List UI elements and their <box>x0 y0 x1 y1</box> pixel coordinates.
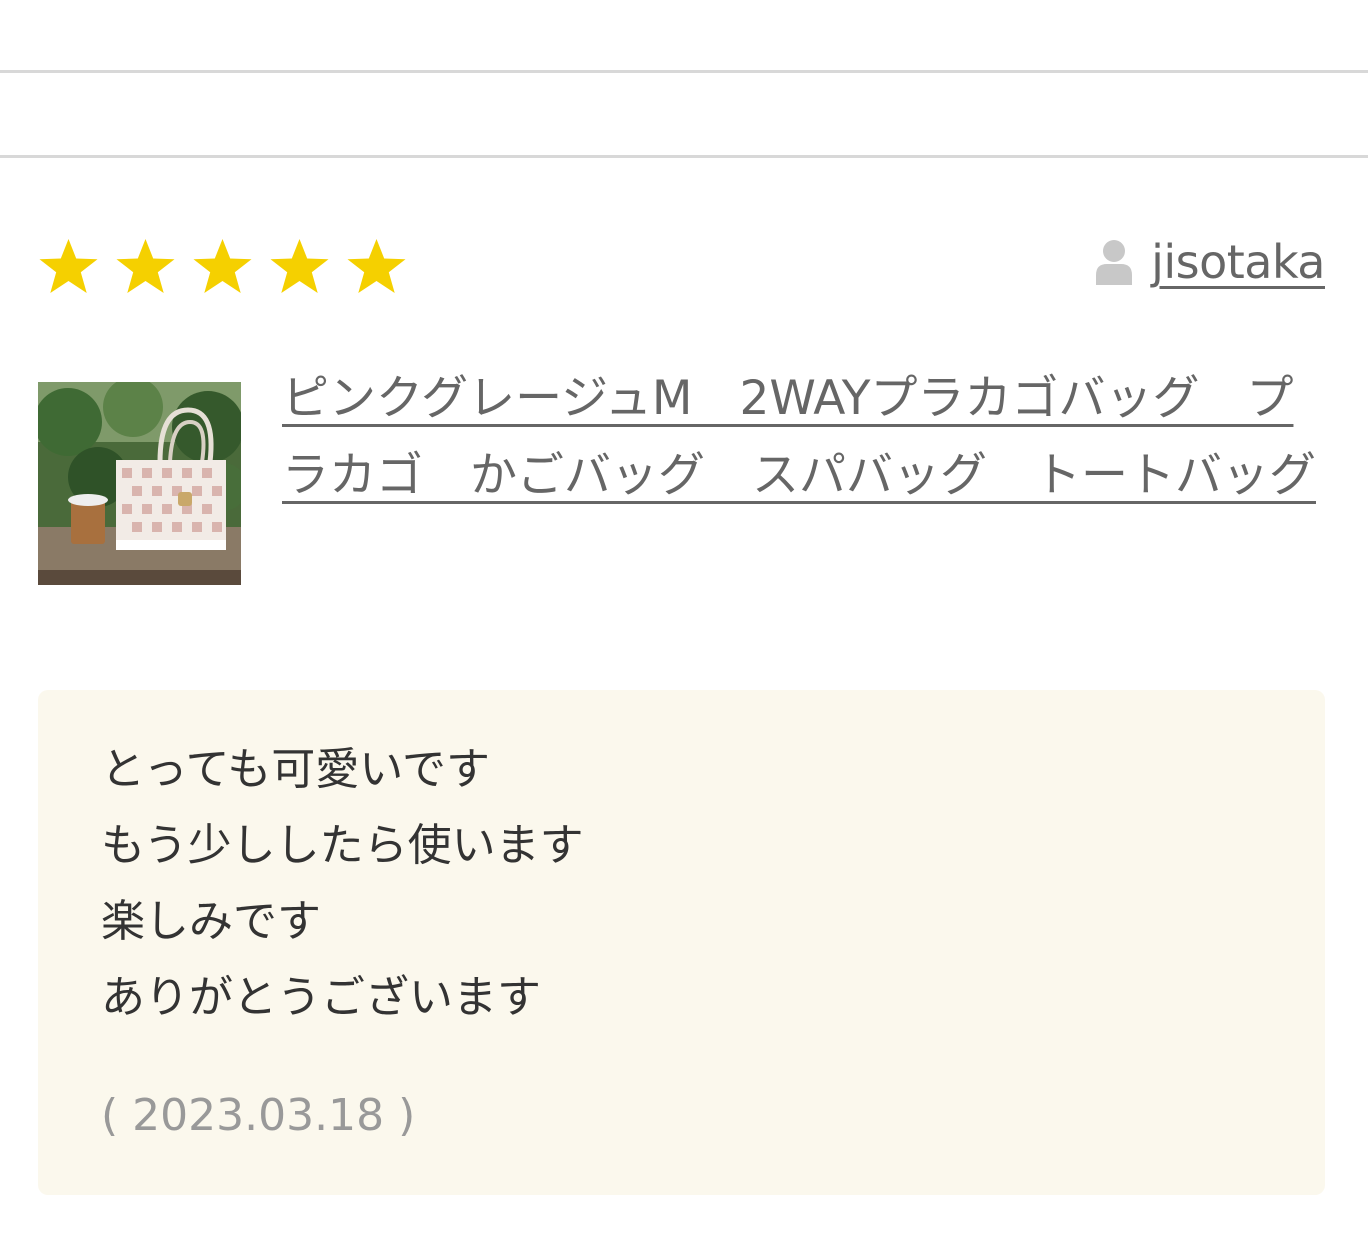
product-title-link[interactable]: ピンクグレージュM 2WAYプラカゴバッグ プラカゴ かごバッグ スパバッグ ト… <box>282 360 1322 514</box>
review-comment-box: とっても可愛いです もう少ししたら使います 楽しみです ありがとうございます (… <box>38 690 1325 1195</box>
star-icon <box>347 239 406 293</box>
comment-line: ありがとうございます <box>101 972 541 1023</box>
reviewer: jisotaka <box>1095 232 1325 292</box>
review-comment: とっても可愛いです もう少ししたら使います 楽しみです ありがとうございます <box>101 732 584 1036</box>
star-icon <box>270 239 329 293</box>
star-icon <box>193 239 252 293</box>
top-divider <box>0 70 1368 73</box>
reviewer-name-link[interactable]: jisotaka <box>1151 235 1325 289</box>
review-date: ( 2023.03.18 ) <box>101 1090 416 1141</box>
star-rating <box>38 238 407 294</box>
comment-line: とっても可愛いです <box>101 744 490 795</box>
header-divider <box>0 155 1368 158</box>
star-icon <box>39 239 98 293</box>
product-thumbnail[interactable] <box>38 382 241 585</box>
person-icon <box>1096 240 1133 285</box>
comment-line: 楽しみです <box>101 896 321 947</box>
star-icon <box>116 239 175 293</box>
comment-line: もう少ししたら使います <box>101 820 584 871</box>
